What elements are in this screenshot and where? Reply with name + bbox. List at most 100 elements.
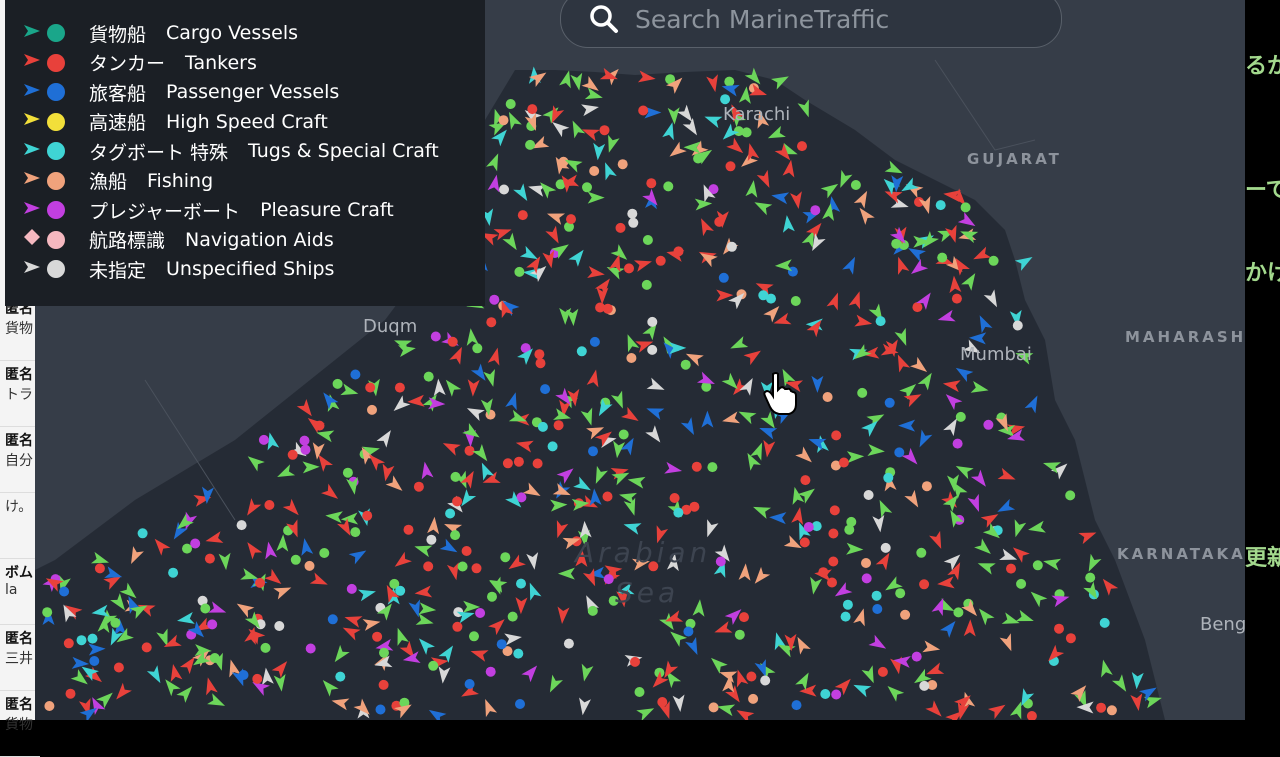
vessel-arrow[interactable] bbox=[1083, 581, 1102, 603]
vessel-arrow[interactable] bbox=[621, 406, 642, 426]
vessel-dot[interactable] bbox=[663, 181, 674, 192]
vessel-arrow[interactable] bbox=[573, 476, 594, 496]
vessel-arrow[interactable] bbox=[596, 287, 609, 305]
vessel-dot[interactable] bbox=[919, 579, 930, 590]
vessel-dot[interactable] bbox=[822, 392, 833, 402]
vessel-arrow[interactable] bbox=[752, 197, 773, 216]
vessel-arrow[interactable] bbox=[1027, 520, 1046, 536]
vessel-arrow[interactable] bbox=[868, 634, 889, 654]
vessel-dot[interactable] bbox=[327, 614, 338, 625]
vessel-dot[interactable] bbox=[299, 435, 310, 446]
vessel-dot[interactable] bbox=[1016, 578, 1027, 589]
vessel-dot[interactable] bbox=[200, 603, 211, 614]
search-bar[interactable]: Search MarineTraffic bbox=[560, 0, 1062, 48]
vessel-dot[interactable] bbox=[236, 520, 247, 531]
vessel-dot[interactable] bbox=[547, 441, 558, 452]
vessel-arrow[interactable] bbox=[146, 665, 166, 686]
vessel-arrow[interactable] bbox=[795, 446, 816, 466]
vessel-dot[interactable] bbox=[471, 563, 482, 574]
vessel-arrow[interactable] bbox=[627, 474, 646, 489]
vessel-arrow[interactable] bbox=[556, 606, 570, 625]
vessel-arrow[interactable] bbox=[385, 475, 407, 495]
vessel-dot[interactable] bbox=[818, 567, 829, 578]
vessel-dot[interactable] bbox=[403, 524, 414, 535]
vessel-arrow[interactable] bbox=[761, 439, 776, 459]
vessel-arrow[interactable] bbox=[929, 530, 947, 551]
vessel-arrow[interactable] bbox=[242, 539, 263, 560]
vessel-arrow[interactable] bbox=[942, 390, 963, 411]
vessel-dot[interactable] bbox=[489, 294, 500, 305]
vessel-dot[interactable] bbox=[880, 542, 891, 553]
vessel-dot[interactable] bbox=[496, 639, 507, 650]
vessel-arrow[interactable] bbox=[357, 586, 377, 602]
vessel-dot[interactable] bbox=[576, 346, 587, 357]
vessel-dot[interactable] bbox=[1065, 633, 1076, 644]
vessel-dot[interactable] bbox=[413, 481, 424, 492]
vessel-dot[interactable] bbox=[426, 534, 437, 545]
vessel-arrow[interactable] bbox=[526, 552, 540, 571]
vessel-arrow[interactable] bbox=[1083, 553, 1102, 575]
vessel-dot[interactable] bbox=[304, 560, 315, 571]
vessel-dot[interactable] bbox=[168, 567, 179, 578]
vessel-arrow[interactable] bbox=[545, 208, 566, 225]
vessel-dot[interactable] bbox=[673, 507, 684, 518]
vessel-arrow[interactable] bbox=[340, 512, 359, 525]
vessel-arrow[interactable] bbox=[264, 568, 285, 589]
vessel-dot[interactable] bbox=[375, 704, 386, 715]
vessel-dot[interactable] bbox=[861, 558, 871, 568]
vessel-arrow[interactable] bbox=[969, 332, 987, 345]
vessel-dot[interactable] bbox=[691, 461, 702, 472]
vessel-dot[interactable] bbox=[615, 222, 626, 233]
vessel-dot[interactable] bbox=[850, 180, 861, 190]
vessel-dot[interactable] bbox=[379, 647, 389, 658]
vessel-dot[interactable] bbox=[553, 420, 564, 431]
vessel-dot[interactable] bbox=[589, 166, 600, 176]
vessel-arrow[interactable] bbox=[976, 558, 996, 575]
vessel-dot[interactable] bbox=[367, 404, 377, 415]
vessel-arrow[interactable] bbox=[570, 72, 585, 92]
vessel-dot[interactable] bbox=[260, 642, 271, 653]
vessel-arrow[interactable] bbox=[694, 197, 713, 211]
vessel-arrow[interactable] bbox=[298, 537, 314, 556]
vessel-dot[interactable] bbox=[797, 141, 807, 152]
vessel-arrow[interactable] bbox=[732, 668, 749, 688]
vessel-dot[interactable] bbox=[627, 208, 638, 219]
vessel-arrow[interactable] bbox=[685, 637, 703, 657]
vessel-arrow[interactable] bbox=[545, 225, 564, 247]
vessel-dot[interactable] bbox=[502, 458, 513, 469]
vessel-arrow[interactable] bbox=[611, 440, 626, 459]
vessel-arrow[interactable] bbox=[943, 550, 965, 571]
vessel-arrow[interactable] bbox=[486, 151, 504, 172]
vessel-dot[interactable] bbox=[642, 235, 653, 245]
vessel-arrow[interactable] bbox=[646, 377, 667, 396]
vessel-dot[interactable] bbox=[626, 353, 637, 363]
vessel-arrow[interactable] bbox=[848, 289, 866, 310]
vessel-arrow[interactable] bbox=[524, 580, 542, 601]
vessel-arrow[interactable] bbox=[1070, 681, 1090, 702]
vessel-arrow[interactable] bbox=[692, 599, 706, 617]
vessel-arrow[interactable] bbox=[782, 159, 798, 178]
vessel-dot[interactable] bbox=[335, 671, 346, 682]
vessel-dot[interactable] bbox=[872, 604, 883, 614]
vessel-dot[interactable] bbox=[500, 552, 511, 563]
vessel-arrow[interactable] bbox=[271, 657, 292, 678]
vessel-dot[interactable] bbox=[513, 456, 524, 467]
vessel-arrow[interactable] bbox=[176, 612, 195, 627]
vessel-dot[interactable] bbox=[525, 139, 536, 150]
vessel-dot[interactable] bbox=[1096, 702, 1107, 713]
vessel-arrow[interactable] bbox=[296, 399, 317, 420]
vessel-arrow[interactable] bbox=[894, 327, 912, 348]
vessel-arrow[interactable] bbox=[568, 246, 588, 267]
vessel-dot[interactable] bbox=[452, 496, 463, 507]
vessel-arrow[interactable] bbox=[242, 498, 262, 519]
vessel-arrow[interactable] bbox=[726, 137, 747, 158]
vessel-dot[interactable] bbox=[912, 302, 923, 313]
vessel-arrow[interactable] bbox=[244, 452, 265, 472]
vessel-dot[interactable] bbox=[290, 554, 301, 565]
vessel-dot[interactable] bbox=[430, 331, 441, 342]
vessel-arrow[interactable] bbox=[874, 497, 893, 518]
vessel-arrow[interactable] bbox=[701, 410, 714, 428]
vessel-dot[interactable] bbox=[516, 578, 526, 589]
vessel-arrow[interactable] bbox=[883, 682, 905, 702]
vessel-dot[interactable] bbox=[921, 481, 932, 492]
